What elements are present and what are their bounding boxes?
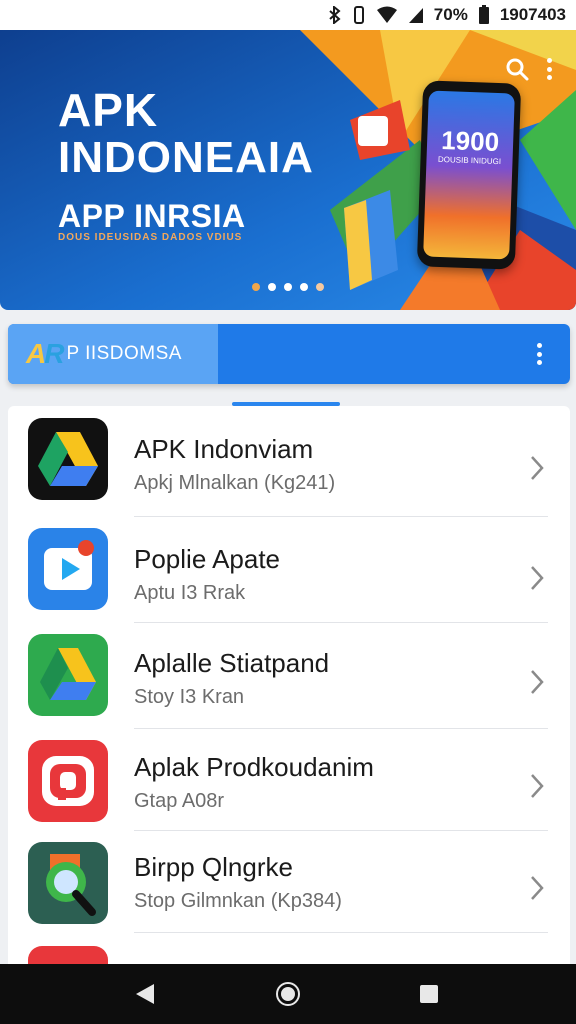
carousel-dot[interactable] [252,283,260,291]
vibrate-icon [353,6,364,24]
menu-more-icon[interactable] [534,343,544,365]
phone-illustration: 1900 DOUSIB INIDUGI [416,80,522,270]
list-item[interactable]: Birpp Qlngrke Stop Gilmnkan (Kp384) [8,832,570,936]
app-header-bar: A R P IISDOMSA [8,324,570,384]
video-player-icon [28,528,108,610]
app-subtitle: Gtap A08r [134,790,225,812]
status-icons: 70% 1907403 [328,4,566,26]
list-divider [134,516,548,517]
more-options-icon[interactable] [542,56,556,82]
app-title: Aplalle Stiatpand [134,648,330,678]
carousel-dot[interactable] [284,283,292,291]
hero-tagline: DOUS IDEUSIDAS DADOS VDIUS [58,232,243,243]
chevron-right-icon [531,876,544,900]
list-item[interactable]: Aplalle Stiatpand Stoy I3 Kran [8,628,570,732]
wifi-icon [376,6,397,23]
app-icon [28,946,108,966]
list-item[interactable]: Poplie Apate Aptu I3 Rrak [8,524,570,628]
list-item[interactable]: APK Indonviam Apkj Mlnalkan (Kg241) [8,414,570,518]
app-subtitle: Stop Gilmnkan (Kp384) [134,890,342,912]
carousel-dot[interactable] [300,283,308,291]
search-lens-icon [28,842,108,924]
app-title: Birpp Qlngrke [134,852,293,882]
signal-icon [408,8,423,23]
list-divider [134,830,548,831]
tab-home[interactable]: A R P IISDOMSA [8,324,218,384]
logo-letter-r: R [44,338,65,369]
navigation-bar [0,964,576,1024]
hero-subtitle: APP INRSIA [58,198,246,234]
list-item[interactable]: Aplak Prodkoudanim Gtap A08r [8,732,570,836]
drive-icon [28,634,108,716]
app-title: Aplak Prodkoudanim [134,752,374,782]
phone-number: 1900 [440,125,500,158]
app-title: APK Indonviam [134,434,314,464]
chevron-right-icon [531,456,544,480]
list-divider [134,728,548,729]
list-item[interactable] [8,936,570,966]
app-subtitle: Aptu I3 Rrak [134,582,246,604]
chevron-right-icon [531,566,544,590]
app-subtitle: Apkj Mlnalkan (Kg241) [134,472,336,494]
chevron-right-icon [531,670,544,694]
phone-caption: DOUSIB INIDUGI [437,154,502,167]
app-subtitle: Stoy I3 Kran [134,686,245,708]
tab-label: P IISDOMSA [66,343,182,364]
list-divider [134,622,548,623]
list-divider [134,932,548,933]
carousel-dot[interactable] [316,283,324,291]
phone-screen: 1900 DOUSIB INIDUGI [423,90,515,260]
carousel-dot[interactable] [268,283,276,291]
hero-banner[interactable]: APK INDONEAIA APP INRSIA DOUS IDEUSIDAS … [0,30,576,310]
status-bar: 70% 1907403 [0,0,576,30]
drive-icon [28,418,108,500]
chevron-right-icon [531,774,544,798]
hero-title-line1: APK [58,84,159,136]
carousel-indicator[interactable] [252,283,324,291]
back-icon[interactable] [134,982,156,1006]
status-time: 1907403 [499,5,566,24]
search-icon[interactable] [504,56,530,82]
app-list: APK Indonviam Apkj Mlnalkan (Kg241) Popl… [8,406,570,966]
red-brand-icon [28,740,108,822]
recent-apps-icon[interactable] [420,985,438,1003]
logo-letter-a: A [26,338,46,369]
battery-percent: 70% [433,5,468,24]
bluetooth-icon [329,6,341,24]
hero-title-line2: INDONEAIA [58,133,314,182]
home-icon[interactable] [276,982,300,1006]
app-title: Poplie Apate [134,544,281,574]
battery-icon [478,5,489,24]
